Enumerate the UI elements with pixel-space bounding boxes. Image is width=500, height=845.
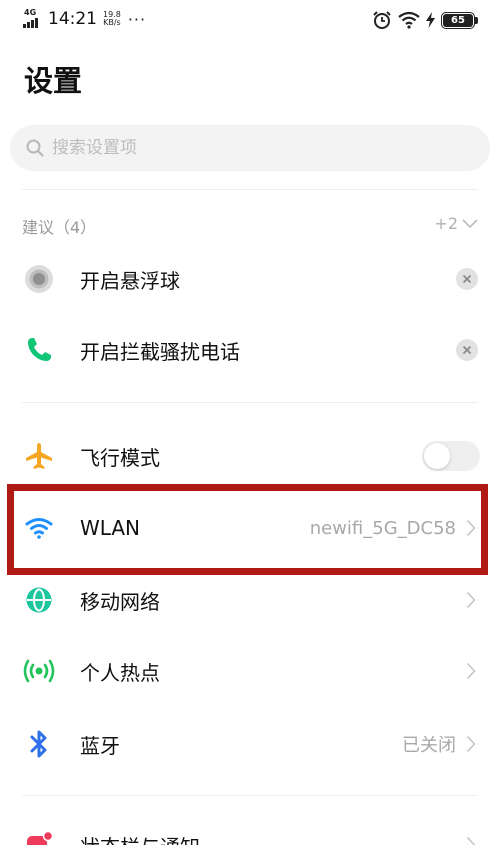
setting-personal-hotspot[interactable]: 个人热点 [0, 642, 500, 700]
network-speed: 19.8 KB/s [103, 11, 121, 27]
close-icon [462, 274, 472, 284]
floating-ball-icon [22, 262, 56, 296]
chevron-right-icon [464, 835, 478, 845]
suggestions-header: 建议（4） +2 [0, 210, 500, 240]
setting-label: 蓝牙 [80, 733, 120, 758]
divider [22, 402, 478, 403]
toggle-knob [424, 443, 450, 469]
chevron-right-icon [464, 661, 478, 681]
chevron-right-icon [464, 734, 478, 754]
cellular-signal-icon: 4G [22, 8, 42, 30]
setting-bluetooth[interactable]: 蓝牙 已关闭 [0, 715, 500, 773]
status-bar-right: 65 [372, 10, 478, 30]
wlan-highlight-box [7, 484, 488, 575]
suggestions-expand[interactable]: +2 [434, 214, 478, 233]
alarm-icon [373, 11, 391, 29]
suggestion-label: 开启悬浮球 [80, 268, 180, 293]
hotspot-icon [22, 654, 56, 688]
clock: 14:21 [48, 9, 97, 29]
suggestions-more-count: +2 [434, 214, 458, 233]
charging-icon [426, 12, 435, 28]
search-icon [26, 139, 44, 157]
chevron-right-icon [464, 590, 478, 610]
speed-unit: KB/s [103, 18, 121, 27]
divider [22, 189, 478, 190]
suggestion-label: 开启拦截骚扰电话 [80, 339, 240, 364]
network-type: 4G [24, 8, 37, 17]
search-bar[interactable] [10, 125, 490, 171]
setting-mobile-network[interactable]: 移动网络 [0, 571, 500, 629]
suggestion-block-calls[interactable]: 开启拦截骚扰电话 [0, 321, 500, 379]
search-input[interactable] [52, 138, 452, 158]
phone-icon [22, 333, 56, 367]
setting-airplane-mode[interactable]: 飞行模式 [0, 427, 500, 485]
page-title: 设置 [24, 64, 83, 98]
setting-label: 移动网络 [80, 589, 160, 614]
notification-icon [22, 828, 56, 845]
dismiss-button[interactable] [456, 268, 478, 290]
airplane-mode-toggle[interactable] [422, 441, 480, 471]
airplane-icon [22, 439, 56, 473]
suggestion-floating-ball[interactable]: 开启悬浮球 [0, 250, 500, 308]
setting-label: 状态栏与通知 [80, 831, 200, 845]
bluetooth-status: 已关闭 [402, 735, 456, 756]
close-icon [462, 345, 472, 355]
status-bar: 4G 14:21 19.8 KB/s ··· 65 [0, 0, 500, 40]
battery-level: 65 [443, 13, 473, 27]
battery-icon: 65 [441, 11, 478, 29]
suggestions-title: 建议（4） [22, 218, 97, 237]
setting-status-bar-notifications[interactable]: 状态栏与通知 [0, 816, 500, 845]
setting-label: 个人热点 [80, 660, 160, 685]
chevron-down-icon [462, 218, 478, 228]
bluetooth-icon [22, 727, 56, 761]
dismiss-button[interactable] [456, 339, 478, 361]
divider [22, 795, 478, 796]
wifi-status-icon [398, 11, 420, 29]
setting-label: 飞行模式 [80, 445, 160, 470]
globe-icon [22, 583, 56, 617]
more-notifications: ··· [127, 9, 147, 29]
status-bar-left: 4G 14:21 19.8 KB/s ··· [22, 8, 146, 30]
